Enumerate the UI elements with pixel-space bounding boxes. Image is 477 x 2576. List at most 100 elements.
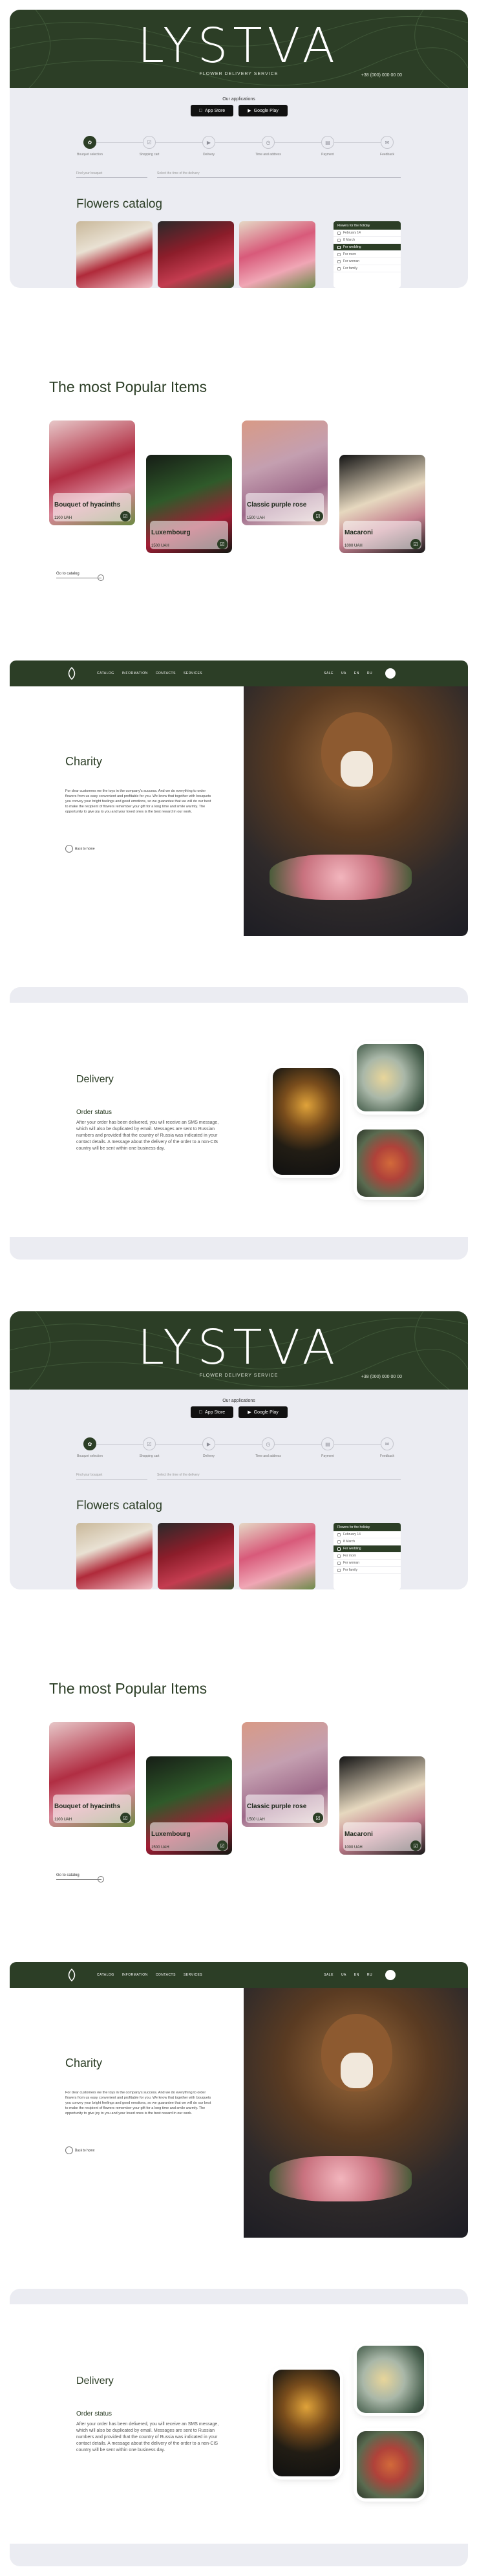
product-card[interactable]: Macaroni 1000 UAH ☑ bbox=[339, 455, 425, 553]
catalog-card[interactable] bbox=[76, 221, 153, 288]
product-card[interactable]: Classic purple rose 1500 UAH ☑ bbox=[242, 420, 328, 525]
checkbox[interactable] bbox=[337, 238, 341, 242]
bouquet-search-input[interactable]: Find your bouquet bbox=[76, 1472, 147, 1479]
holiday-option[interactable]: For wedding bbox=[334, 1545, 401, 1553]
holiday-option[interactable]: For mom bbox=[334, 1553, 401, 1560]
checkbox[interactable] bbox=[337, 1568, 341, 1572]
lang-ru[interactable]: RU bbox=[367, 671, 372, 675]
product-card[interactable]: Luxembourg 1500 UAH ☑ bbox=[146, 455, 232, 553]
phone-number[interactable]: +38 (000) 000 00 00 bbox=[361, 1375, 402, 1379]
holiday-option[interactable]: February 14 bbox=[334, 230, 401, 237]
bouquet-search-input[interactable]: Find your bouquet bbox=[76, 170, 147, 178]
checkbox[interactable] bbox=[337, 1554, 341, 1558]
cart-icon[interactable]: ☑ bbox=[313, 511, 323, 521]
nav-contacts[interactable]: CONTACTS bbox=[156, 671, 176, 675]
brand-logo-icon[interactable] bbox=[65, 666, 78, 681]
checkbox[interactable] bbox=[337, 245, 341, 249]
holiday-option[interactable]: For family bbox=[334, 265, 401, 272]
nav-catalog[interactable]: CATALOG bbox=[97, 671, 114, 675]
cart-icon[interactable]: ☑ bbox=[217, 539, 228, 549]
charity-text: For dear customers we the toys in the co… bbox=[65, 2091, 211, 2115]
brand-logo: LYSTVA bbox=[137, 18, 341, 74]
holiday-option[interactable]: For woman bbox=[334, 258, 401, 265]
goto-catalog-link[interactable]: Go to catalog bbox=[56, 1873, 104, 1883]
checkbox[interactable] bbox=[337, 252, 341, 256]
lang-ua[interactable]: UA bbox=[341, 671, 346, 675]
step-shopping-cart[interactable]: ☑ Shopping cart bbox=[130, 1437, 169, 1458]
cart-icon[interactable]: ☑ bbox=[120, 1813, 131, 1823]
cart-icon[interactable]: ☑ bbox=[313, 1813, 323, 1823]
app-store-button[interactable]: App Store bbox=[191, 105, 233, 116]
goto-catalog-link[interactable]: Go to catalog bbox=[56, 572, 104, 581]
nav-information[interactable]: INFORMATION bbox=[122, 1973, 148, 1977]
holiday-option[interactable]: For woman bbox=[334, 1560, 401, 1567]
product-name: Classic purple rose bbox=[247, 501, 307, 508]
product-card[interactable]: Bouquet of hyacinths 1100 UAH ☑ bbox=[49, 1722, 135, 1827]
holiday-option[interactable]: For mom bbox=[334, 251, 401, 258]
product-card[interactable]: Luxembourg 1500 UAH ☑ bbox=[146, 1756, 232, 1855]
google-play-button[interactable]: ▶ Google Play bbox=[238, 105, 288, 116]
holiday-option[interactable]: 8 March bbox=[334, 237, 401, 244]
checkbox[interactable] bbox=[337, 267, 341, 270]
checkbox[interactable] bbox=[337, 1547, 341, 1551]
nav-services[interactable]: SERVICES bbox=[184, 671, 202, 675]
step-feedback[interactable]: ✉ Feedback bbox=[368, 1437, 407, 1458]
step-delivery[interactable]: ▶ Delivery bbox=[189, 1437, 228, 1458]
delivery-time-input[interactable]: Select the time of the delivery bbox=[157, 1472, 401, 1479]
product-price: 1000 UAH bbox=[344, 544, 363, 548]
back-home-link[interactable]: Back to home bbox=[65, 845, 95, 853]
checkbox[interactable] bbox=[337, 259, 341, 263]
checkbox[interactable] bbox=[337, 1533, 341, 1536]
step-bouquet-selection[interactable]: ✿ Bouquet selection bbox=[70, 1437, 109, 1458]
lang-en[interactable]: EN bbox=[354, 1973, 359, 1977]
catalog-card[interactable] bbox=[239, 1523, 315, 1589]
cart-icon[interactable]: ☑ bbox=[120, 511, 131, 521]
step-payment[interactable]: ▤ Payment bbox=[308, 1437, 347, 1458]
holiday-option[interactable]: For family bbox=[334, 1567, 401, 1574]
nav-sale[interactable]: SALE bbox=[324, 1973, 334, 1977]
catalog-card[interactable] bbox=[239, 221, 315, 288]
step-time-address[interactable]: ◷ Time and address bbox=[249, 1437, 288, 1458]
nav-contacts[interactable]: CONTACTS bbox=[156, 1973, 176, 1977]
step-delivery[interactable]: ▶ Delivery bbox=[189, 136, 228, 157]
checkbox[interactable] bbox=[337, 231, 341, 235]
catalog-card[interactable] bbox=[76, 1523, 153, 1589]
step-feedback[interactable]: ✉ Feedback bbox=[368, 136, 407, 157]
product-card[interactable]: Classic purple rose 1500 UAH ☑ bbox=[242, 1722, 328, 1827]
flowers bbox=[270, 2156, 412, 2201]
cart-icon[interactable]: ☑ bbox=[410, 1840, 421, 1851]
step-time-address[interactable]: ◷ Time and address bbox=[249, 136, 288, 157]
delivery-text: After your order has been delivered, you… bbox=[76, 1120, 219, 1151]
brand-logo-icon[interactable] bbox=[65, 1968, 78, 1982]
checkbox[interactable] bbox=[337, 1540, 341, 1544]
nav-sale[interactable]: SALE bbox=[324, 671, 334, 675]
back-home-link[interactable]: Back to home bbox=[65, 2146, 95, 2154]
lang-en[interactable]: EN bbox=[354, 671, 359, 675]
phone-number[interactable]: +38 (000) 000 00 00 bbox=[361, 73, 402, 78]
app-store-button[interactable]: App Store bbox=[191, 1406, 233, 1418]
holiday-option[interactable]: February 14 bbox=[334, 1531, 401, 1538]
holiday-option[interactable]: For wedding bbox=[334, 244, 401, 251]
checkbox[interactable] bbox=[337, 1561, 341, 1565]
lang-ua[interactable]: UA bbox=[341, 1973, 346, 1977]
cart-icon[interactable] bbox=[385, 1970, 396, 1980]
cart-icon[interactable]: ☑ bbox=[410, 539, 421, 549]
step-payment[interactable]: ▤ Payment bbox=[308, 136, 347, 157]
nav-catalog[interactable]: CATALOG bbox=[97, 1973, 114, 1977]
product-card[interactable]: Bouquet of hyacinths 1100 UAH ☑ bbox=[49, 420, 135, 525]
google-play-button[interactable]: ▶ Google Play bbox=[238, 1406, 288, 1418]
step-bouquet-selection[interactable]: ✿ Bouquet selection bbox=[70, 136, 109, 157]
cart-icon[interactable]: ☑ bbox=[217, 1840, 228, 1851]
hero-banner: LYSTVA FLOWER DELIVERY SERVICE +38 (000)… bbox=[10, 1311, 468, 1390]
catalog-card[interactable] bbox=[158, 1523, 234, 1589]
delivery-time-input[interactable]: Select the time of the delivery bbox=[157, 170, 401, 178]
catalog-card[interactable] bbox=[158, 221, 234, 288]
holiday-option[interactable]: 8 March bbox=[334, 1538, 401, 1545]
product-card[interactable]: Macaroni 1000 UAH ☑ bbox=[339, 1756, 425, 1855]
cart-icon[interactable] bbox=[385, 668, 396, 679]
lang-ru[interactable]: RU bbox=[367, 1973, 372, 1977]
nav-services[interactable]: SERVICES bbox=[184, 1973, 202, 1977]
nav-information[interactable]: INFORMATION bbox=[122, 671, 148, 675]
step-shopping-cart[interactable]: ☑ Shopping cart bbox=[130, 136, 169, 157]
flower-photo bbox=[357, 2346, 424, 2413]
